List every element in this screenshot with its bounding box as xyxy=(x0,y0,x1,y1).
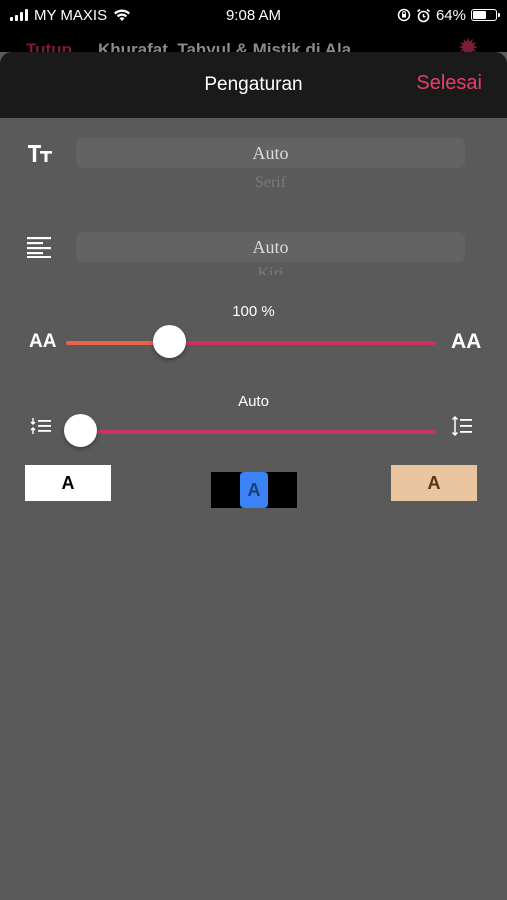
theme-white-label: A xyxy=(61,472,75,493)
line-spacing-decrease-icon xyxy=(30,418,51,434)
wifi-icon xyxy=(114,9,131,21)
status-bar: MY MAXIS 9:08 AM 64% xyxy=(0,0,507,30)
font-size-slider-track[interactable] xyxy=(66,341,436,345)
theme-black-button[interactable]: A xyxy=(211,472,297,508)
font-picker-next-option: Serif xyxy=(254,174,287,188)
alarm-icon xyxy=(416,8,430,22)
done-button[interactable]: Selesai xyxy=(416,72,482,95)
settings-sheet-header: Pengaturan Selesai xyxy=(0,52,507,118)
font-size-large-icon: AA xyxy=(451,330,482,353)
background-back-label: Tutup xyxy=(26,40,72,52)
status-right: 64% xyxy=(397,7,507,24)
background-page-header: Tutup Khurafat, Tahyul & Mistik di Ala ✹ xyxy=(0,30,507,52)
font-size-slider-thumb[interactable] xyxy=(153,325,187,358)
text-align-left-icon xyxy=(27,237,51,258)
alignment-picker[interactable]: Auto xyxy=(76,232,465,262)
alignment-picker-next-option: Kiri xyxy=(76,267,465,275)
theme-sepia-label: A xyxy=(427,472,441,493)
battery-fill xyxy=(473,11,486,19)
line-spacing-slider-thumb[interactable] xyxy=(64,414,98,447)
carrier-label: MY MAXIS xyxy=(34,6,108,24)
battery-percent: 64% xyxy=(435,6,466,24)
font-picker[interactable]: Auto xyxy=(76,138,465,168)
theme-black-selected-indicator: A xyxy=(240,472,268,508)
line-spacing-slider-track[interactable] xyxy=(66,430,436,434)
battery-icon xyxy=(471,9,500,21)
line-spacing-increase-icon xyxy=(451,416,472,436)
font-type-icon xyxy=(28,145,52,162)
background-title: Khurafat, Tahyul & Mistik di Ala xyxy=(98,40,352,52)
status-left: MY MAXIS xyxy=(0,7,131,24)
font-size-small-icon: AA xyxy=(29,331,57,352)
line-spacing-value: Auto xyxy=(238,393,269,410)
theme-white-button[interactable]: A xyxy=(25,465,111,501)
gear-icon: ✹ xyxy=(459,35,478,53)
font-size-value: 100 % xyxy=(232,303,275,320)
theme-black-label: A xyxy=(247,479,261,500)
signal-icon xyxy=(10,9,28,21)
theme-sepia-button[interactable]: A xyxy=(391,465,477,501)
orientation-lock-icon xyxy=(397,8,411,22)
